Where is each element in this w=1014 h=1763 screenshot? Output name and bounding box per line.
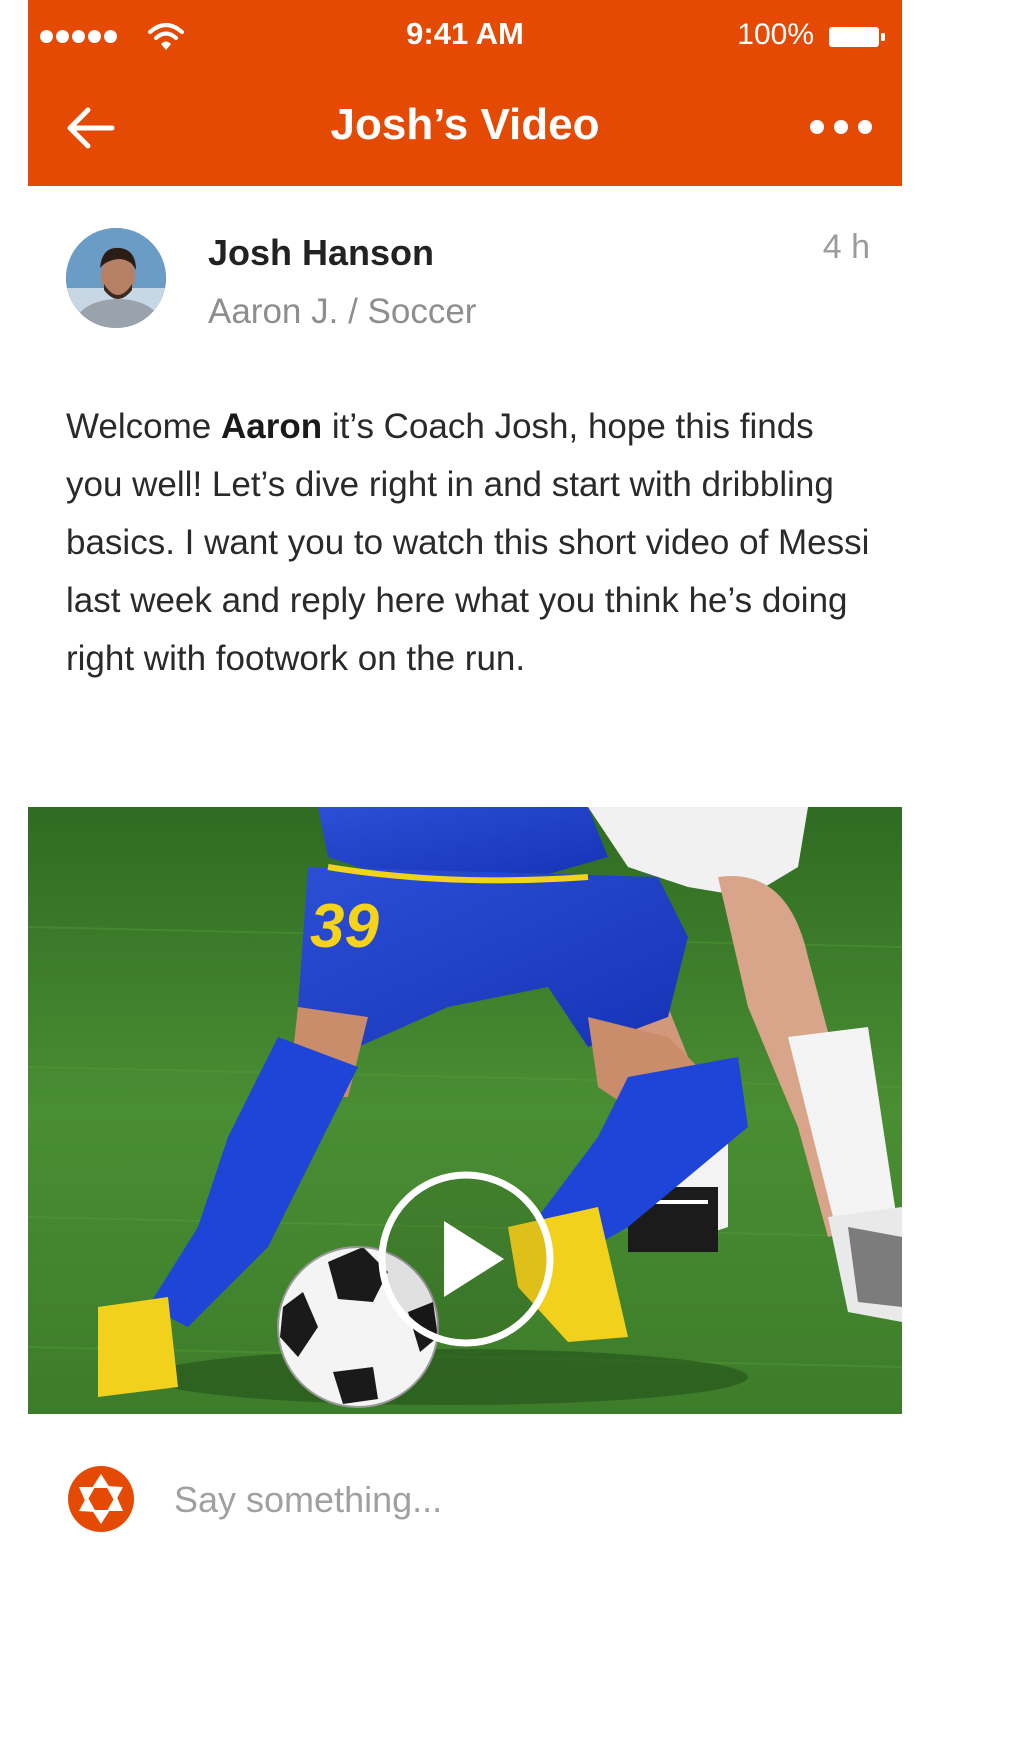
app-header: 9:41 AM 100% Josh’s Video [28, 0, 902, 186]
author-name[interactable]: Josh Hanson [208, 232, 434, 274]
status-bar: 9:41 AM 100% [28, 0, 902, 74]
battery-icon [829, 27, 885, 47]
comment-composer [28, 1414, 902, 1594]
comment-input[interactable] [174, 1470, 864, 1530]
post-author-section: Josh Hanson Aaron J. / Soccer 4 h [28, 186, 902, 356]
message-intro: Welcome [66, 407, 221, 446]
play-icon[interactable] [376, 1169, 556, 1349]
message-recipient-name: Aaron [220, 407, 323, 446]
screen: 9:41 AM 100% Josh’s Video Josh Hanson Aa… [28, 0, 902, 1763]
post-message: Welcome Aaron it’s Coach Josh, hope this… [66, 398, 876, 688]
aperture-logo-icon[interactable] [66, 1464, 136, 1534]
video-player[interactable]: 39 [28, 807, 902, 1414]
jersey-number: 39 [310, 892, 379, 961]
more-options-icon[interactable] [810, 112, 872, 142]
post-timestamp: 4 h [822, 228, 870, 266]
page-title: Josh’s Video [330, 100, 600, 149]
battery-percentage: 100% [737, 18, 814, 51]
message-text: it’s Coach Josh, hope this finds you wel… [66, 407, 870, 678]
navigation-bar: Josh’s Video [28, 74, 902, 186]
author-subtitle: Aaron J. / Soccer [208, 292, 477, 331]
avatar[interactable] [66, 228, 166, 328]
